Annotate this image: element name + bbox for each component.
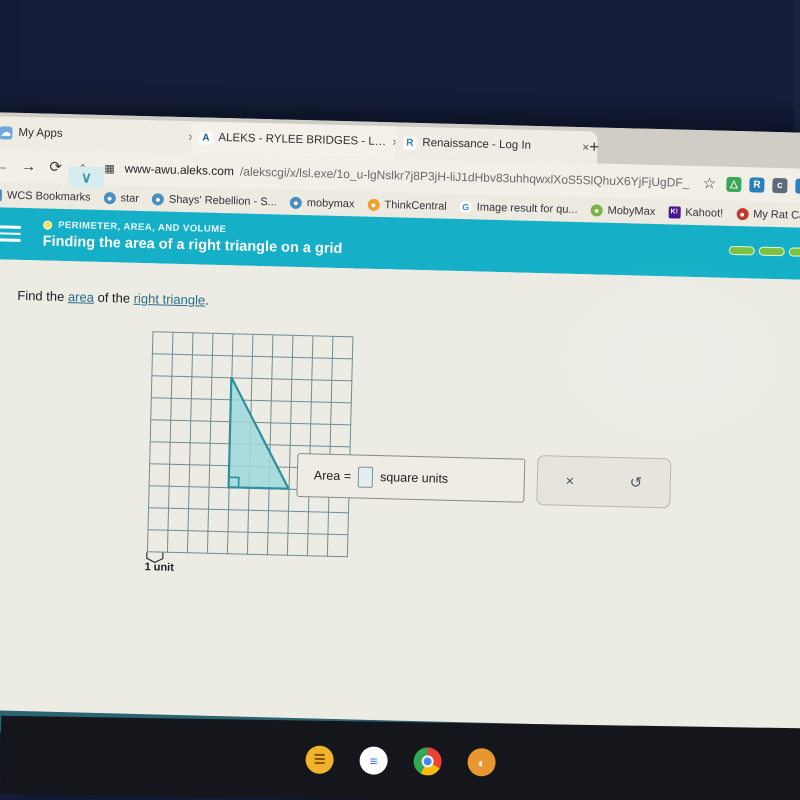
rat-icon: ● <box>736 207 749 220</box>
bookmark-mobymax-2[interactable]: ● MobyMax <box>590 203 656 218</box>
area-value-input[interactable] <box>357 466 374 488</box>
collapse-panel-button[interactable]: ∨ <box>68 166 105 190</box>
hamburger-icon[interactable] <box>0 225 22 242</box>
google-docs-icon[interactable]: ≡ <box>359 746 388 775</box>
bookmark-kahoot[interactable]: K! Kahoot! <box>668 205 724 220</box>
renaissance-extension-icon[interactable]: R <box>749 176 765 193</box>
question-suffix: . <box>205 292 210 308</box>
answer-units-label: square units <box>379 470 449 486</box>
clear-icon[interactable]: × <box>565 472 574 489</box>
bookmark-label: Shays' Rebellion - S... <box>168 193 277 208</box>
aleks-icon: A <box>199 130 213 145</box>
tab-label: My Apps <box>18 126 63 140</box>
bookmark-image-result[interactable]: G Image result for qu... <box>459 200 578 216</box>
undo-icon[interactable]: ↺ <box>629 473 642 491</box>
chromeos-shelf: ☰ ≡ ◐ <box>0 715 800 800</box>
renaissance2-extension-icon[interactable]: R <box>795 178 800 194</box>
kahoot-icon: K! <box>668 205 681 219</box>
leaf-icon: ● <box>590 203 603 217</box>
browser-tab-my-apps[interactable]: ☁ My Apps × <box>0 116 204 154</box>
answer-tool-panel: × ↺ <box>536 455 672 509</box>
bookmark-star-icon[interactable]: ☆ <box>700 174 718 192</box>
bookmark-label: My Rat Cage <box>753 207 800 222</box>
globe-icon: ● <box>103 191 116 204</box>
google-icon: G <box>459 200 472 213</box>
bookmark-thinkcentral[interactable]: ● ThinkCentral <box>367 198 447 212</box>
laptop-screen: ☁ My Apps × A ALEKS - RYLEE BRIDGES - Le… <box>0 112 800 753</box>
question-middle: of the <box>93 289 134 306</box>
forward-icon[interactable]: → <box>19 157 37 174</box>
bookmark-label: star <box>120 191 140 205</box>
topic-dot-icon <box>43 220 53 230</box>
new-tab-button[interactable]: + <box>589 137 599 157</box>
globe-icon: ● <box>151 192 165 206</box>
page-title: Finding the area of a right triangle on … <box>42 233 343 258</box>
progress-indicator <box>728 245 800 258</box>
bookmark-label: WCS Bookmarks <box>6 189 91 204</box>
bookmark-mobymax[interactable]: ● mobymax <box>289 196 355 210</box>
question-prefix: Find the <box>17 287 69 305</box>
header-text-block: PERIMETER, AREA, AND VOLUME Finding the … <box>43 219 343 257</box>
area-glossary-link[interactable]: area <box>68 289 94 305</box>
files-app-icon[interactable]: ☰ <box>305 745 334 774</box>
answer-input-row[interactable]: Area = square units <box>296 452 526 503</box>
back-icon[interactable]: ← <box>0 157 11 174</box>
url-path: /alekscgi/x/lsl.exe/1o_u-lgNslkr7j8P3jH-… <box>239 164 690 190</box>
bookmark-my-rat-cage[interactable]: ● My Rat Cage <box>736 207 800 222</box>
bookmark-shays-rebellion[interactable]: ● Shays' Rebellion - S... <box>151 192 277 208</box>
bookmark-label: Image result for qu... <box>476 200 578 216</box>
progress-pill <box>758 246 785 257</box>
right-triangle-shape <box>227 376 291 490</box>
unit-label: 1 unit <box>144 561 175 574</box>
omnibar-actions: ☆ △ R c R <box>700 174 800 195</box>
address-bar[interactable]: ▦ www-awu.aleks.com/alekscgi/x/lsl.exe/1… <box>100 161 691 190</box>
bookmark-label: Kahoot! <box>685 206 724 220</box>
tab-label: ALEKS - RYLEE BRIDGES - Learn <box>218 131 387 149</box>
progress-pill <box>728 245 755 256</box>
question-text: Find the area of the right triangle. <box>17 288 209 308</box>
question-content-area: Find the area of the right triangle. 1 u… <box>0 258 800 753</box>
browser-tab-renaissance[interactable]: R Renaissance - Log In × <box>394 126 598 164</box>
bookmark-label: MobyMax <box>607 204 656 218</box>
progress-pill <box>788 247 800 258</box>
drive-extension-icon[interactable]: △ <box>726 176 742 192</box>
globe-icon: ● <box>289 196 302 209</box>
clever-extension-icon[interactable]: c <box>772 177 788 193</box>
chrome-icon[interactable] <box>413 747 442 776</box>
right-triangle-glossary-link[interactable]: right triangle <box>134 291 206 308</box>
screen-bezel-top <box>0 0 800 108</box>
figure-grid: 1 unit <box>144 331 354 574</box>
folder-icon: ▮ <box>0 188 3 201</box>
tab-label: Renaissance - Log In <box>422 137 532 152</box>
bookmark-label: ThinkCentral <box>384 198 447 213</box>
thinkcentral-icon: ● <box>367 198 380 211</box>
bookmark-folder-wcs[interactable]: ▮ WCS Bookmarks <box>0 188 91 204</box>
reload-icon[interactable]: ⟳ <box>46 158 64 176</box>
bookmark-label: mobymax <box>306 196 355 210</box>
topic-label: PERIMETER, AREA, AND VOLUME <box>58 219 227 236</box>
orange-app-icon[interactable]: ◐ <box>467 748 496 777</box>
renaissance-icon: R <box>403 136 417 150</box>
photo-of-laptop-screen: ☁ My Apps × A ALEKS - RYLEE BRIDGES - Le… <box>0 0 800 800</box>
answer-label: Area = <box>313 468 352 484</box>
bookmark-star[interactable]: ● star <box>103 191 140 205</box>
cloud-icon: ☁ <box>0 125 13 140</box>
url-host: www-awu.aleks.com <box>124 161 235 179</box>
